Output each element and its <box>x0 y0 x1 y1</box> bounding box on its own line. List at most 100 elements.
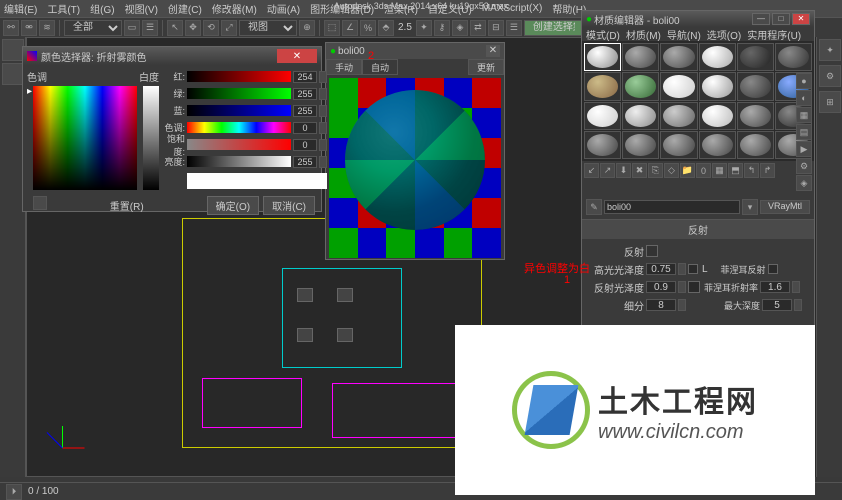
rotate-icon[interactable]: ⟲ <box>203 20 219 36</box>
sample-slot[interactable] <box>584 43 621 71</box>
map-slot[interactable] <box>688 281 700 293</box>
tool-btn[interactable] <box>2 39 24 61</box>
menu-group[interactable]: 组(G) <box>90 1 114 16</box>
ok-button[interactable]: 确定(O) <box>207 196 259 215</box>
move-icon[interactable]: ✥ <box>185 20 201 36</box>
cancel-button[interactable]: 取消(C) <box>263 196 315 215</box>
pivot-icon[interactable]: ⊕ <box>299 20 315 36</box>
angle-snap-icon[interactable]: ∠ <box>342 20 358 36</box>
layer-icon[interactable]: ☰ <box>506 20 522 36</box>
sample-slot[interactable] <box>737 102 774 130</box>
video-icon[interactable]: ▶ <box>796 141 812 157</box>
assign-mat-icon[interactable]: ⬇ <box>616 163 631 178</box>
sample-slot[interactable] <box>660 102 697 130</box>
sample-slot[interactable] <box>660 43 697 71</box>
put-lib-icon[interactable]: 📁 <box>680 163 695 178</box>
sat-slider[interactable] <box>187 139 291 150</box>
blue-slider[interactable] <box>187 105 291 116</box>
select-icon[interactable]: ▭ <box>124 20 140 36</box>
sample-slot[interactable] <box>622 102 659 130</box>
uv-icon[interactable]: ▤ <box>796 124 812 140</box>
spinner-snap-icon[interactable]: ⬘ <box>378 20 394 36</box>
fresnel-ior-value[interactable]: 1.6 <box>760 281 790 293</box>
value-strip[interactable] <box>143 86 159 190</box>
spinner[interactable] <box>319 71 327 83</box>
me-menu-util[interactable]: 实用程序(U) <box>747 27 801 41</box>
close-button[interactable]: ✕ <box>277 49 317 63</box>
tool-btn[interactable] <box>2 63 24 85</box>
sample-slot[interactable] <box>737 131 774 159</box>
sample-slot[interactable] <box>622 131 659 159</box>
go-parent-icon[interactable]: ↰ <box>744 163 759 178</box>
scale-icon[interactable]: ⤢ <box>221 20 237 36</box>
menu-anim[interactable]: 动画(A) <box>267 1 300 16</box>
go-sibling-icon[interactable]: ↱ <box>760 163 775 178</box>
ref-coord-dropdown[interactable]: 视图 <box>239 20 297 36</box>
sample-slot[interactable] <box>699 43 736 71</box>
tab-manual[interactable]: 手动 <box>326 59 362 75</box>
put-mat-icon[interactable]: ↗ <box>600 163 615 178</box>
rollup-header[interactable]: 反射 <box>582 220 814 239</box>
me-menu-opts[interactable]: 选项(O) <box>707 27 741 41</box>
sample-slot[interactable] <box>699 131 736 159</box>
maxdepth-value[interactable]: 5 <box>762 299 792 311</box>
hue-slider[interactable] <box>187 122 291 133</box>
mat-id-icon[interactable]: 0 <box>696 163 711 178</box>
material-name-field[interactable] <box>604 200 740 214</box>
key-icon[interactable]: ⚷ <box>434 20 450 36</box>
sample-slot[interactable] <box>660 131 697 159</box>
green-slider[interactable] <box>187 88 291 99</box>
unlink-icon[interactable]: ⚮ <box>21 20 37 36</box>
reflect-color-swatch[interactable] <box>646 245 658 257</box>
reflgloss-value[interactable]: 0.9 <box>646 281 676 293</box>
menu-edit[interactable]: 编辑(E) <box>4 1 37 16</box>
blue-value[interactable]: 255 <box>293 105 317 117</box>
spinner[interactable] <box>678 281 686 293</box>
get-mat-icon[interactable]: ↙ <box>584 163 599 178</box>
val-slider[interactable] <box>187 156 291 167</box>
spinner[interactable] <box>678 263 686 275</box>
percent-snap-icon[interactable]: % <box>360 20 376 36</box>
menu-view[interactable]: 视图(V) <box>125 1 158 16</box>
red-slider[interactable] <box>187 71 291 82</box>
sample-slot[interactable] <box>775 43 812 71</box>
sample-slot[interactable] <box>699 102 736 130</box>
me-menu-material[interactable]: 材质(M) <box>626 27 661 41</box>
eyedropper-icon[interactable] <box>33 196 47 210</box>
sample-type-icon[interactable]: ● <box>796 73 812 89</box>
timeline-icon[interactable]: ⏵ <box>6 484 22 500</box>
spinner[interactable] <box>319 156 327 168</box>
hilight-value[interactable]: 0.75 <box>646 263 676 275</box>
manipulate-icon[interactable]: ✦ <box>416 20 432 36</box>
sample-slot[interactable] <box>699 72 736 100</box>
show-end-icon[interactable]: ⬒ <box>728 163 743 178</box>
pick-mat-icon[interactable]: ✎ <box>586 199 602 215</box>
spinner[interactable] <box>319 105 327 117</box>
hierarchy-tab-icon[interactable]: ⊞ <box>819 91 841 113</box>
reset-button[interactable]: 重置(R) <box>110 202 144 213</box>
close-button[interactable]: ✕ <box>486 45 500 57</box>
select-name-icon[interactable]: ☰ <box>142 20 158 36</box>
spinner[interactable] <box>794 299 802 311</box>
mat-prev-titlebar[interactable]: ● boli00 ✕ <box>326 43 504 59</box>
maximize-button[interactable]: □ <box>772 13 790 25</box>
sample-slot[interactable] <box>622 43 659 71</box>
val-value[interactable]: 255 <box>293 156 317 168</box>
modify-tab-icon[interactable]: ⚙ <box>819 65 841 87</box>
select-arrow-icon[interactable]: ↖ <box>167 20 183 36</box>
bind-icon[interactable]: ≋ <box>39 20 55 36</box>
snap-icon[interactable]: ⬚ <box>324 20 340 36</box>
sample-slot[interactable] <box>660 72 697 100</box>
menu-tools[interactable]: 工具(T) <box>47 1 80 16</box>
sample-slot[interactable] <box>584 72 621 100</box>
selection-filter[interactable]: 全部 <box>64 20 122 36</box>
create-tab-icon[interactable]: ✦ <box>819 39 841 61</box>
subdiv-value[interactable]: 8 <box>646 299 676 311</box>
color-picker-titlebar[interactable]: 颜色选择器: 折射雾颜色 ✕ <box>23 47 321 65</box>
lock-checkbox[interactable] <box>688 264 698 274</box>
spinner[interactable] <box>319 88 327 100</box>
me-menu-mode[interactable]: 模式(D) <box>586 27 620 41</box>
mirror-icon[interactable]: ⇄ <box>470 20 486 36</box>
menu-create[interactable]: 创建(C) <box>168 1 202 16</box>
sample-slot[interactable] <box>737 43 774 71</box>
